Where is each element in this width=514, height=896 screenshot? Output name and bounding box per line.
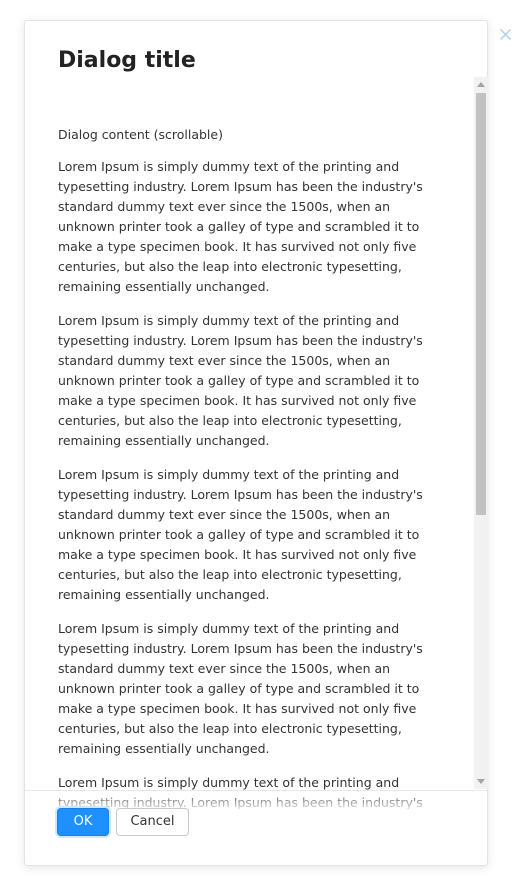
content-paragraph: Lorem Ipsum is simply dummy text of the … bbox=[58, 467, 423, 602]
content-paragraph: Lorem Ipsum is simply dummy text of the … bbox=[58, 313, 423, 448]
content-scrollbar[interactable] bbox=[474, 77, 488, 789]
dialog-content-inner: Dialog content (scrollable) Lorem Ipsum … bbox=[58, 125, 443, 809]
ok-button[interactable]: OK bbox=[57, 808, 109, 836]
close-icon[interactable] bbox=[497, 26, 514, 44]
cancel-button[interactable]: Cancel bbox=[116, 808, 189, 836]
scrollbar-thumb[interactable] bbox=[476, 93, 486, 515]
footer-divider bbox=[25, 790, 487, 791]
dialog-title: Dialog title bbox=[58, 48, 196, 73]
content-paragraph: Lorem Ipsum is simply dummy text of the … bbox=[58, 159, 423, 294]
content-paragraph: Lorem Ipsum is simply dummy text of the … bbox=[58, 621, 423, 756]
content-heading: Dialog content (scrollable) bbox=[58, 127, 223, 142]
content-paragraph: Lorem Ipsum is simply dummy text of the … bbox=[58, 775, 423, 809]
scroll-up-arrow-icon[interactable] bbox=[477, 82, 485, 87]
dialog-content[interactable]: Dialog content (scrollable) Lorem Ipsum … bbox=[58, 95, 473, 809]
scroll-down-arrow-icon[interactable] bbox=[477, 779, 485, 784]
dialog: Dialog title Dialog content (scrollable)… bbox=[24, 20, 488, 866]
